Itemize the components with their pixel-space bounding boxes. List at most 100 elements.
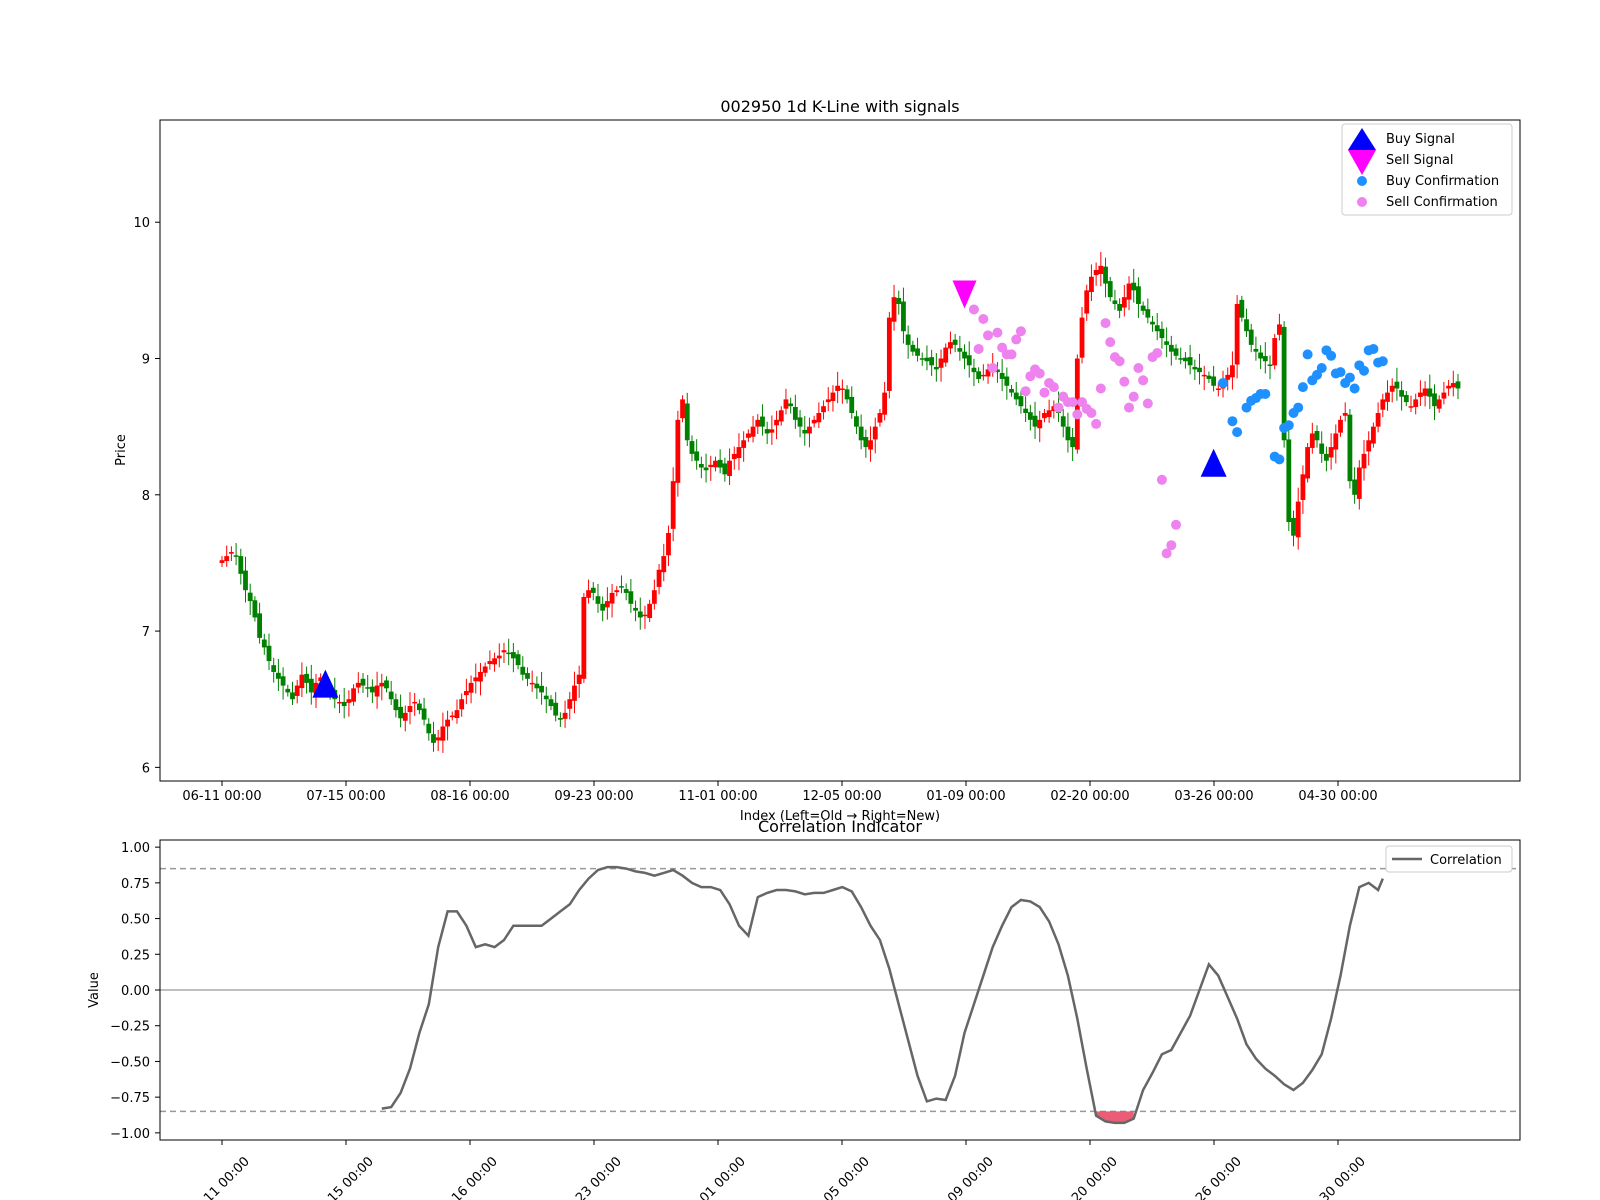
- sell-confirmation-point: [1020, 386, 1031, 397]
- candle-body: [1211, 376, 1217, 386]
- candle-body: [576, 674, 582, 684]
- correlation-line: [381, 865, 1384, 1125]
- candle-body: [308, 678, 314, 693]
- candle-body: [1413, 399, 1419, 408]
- candle-body: [745, 433, 751, 438]
- candle-body: [854, 416, 859, 427]
- candle-body: [797, 417, 803, 427]
- sell-confirmation-point: [1171, 519, 1182, 530]
- candle-body: [510, 652, 516, 659]
- correlation-y-tick-label: 0.75: [121, 877, 150, 892]
- candle-body: [506, 652, 512, 655]
- candle-body: [661, 556, 667, 573]
- candle-body: [586, 590, 591, 598]
- sell-confirmation-point: [1086, 408, 1097, 419]
- candle-body: [910, 344, 916, 352]
- candle-body: [1136, 286, 1141, 304]
- candle-body: [666, 532, 671, 556]
- correlation-x-tick-label: 01-09 00:00: [930, 1154, 997, 1200]
- candle-body: [1375, 413, 1381, 427]
- sell-confirmation-point: [1142, 398, 1153, 409]
- candle-body: [1309, 433, 1315, 448]
- sell-confirmation-point: [987, 363, 998, 374]
- candle-body: [1089, 276, 1094, 292]
- candle-body: [1192, 366, 1198, 370]
- candle-body: [905, 334, 911, 345]
- candle-body: [1258, 352, 1264, 359]
- candle-body: [684, 403, 690, 441]
- candle-body: [1253, 348, 1259, 352]
- candle-body: [769, 429, 775, 433]
- candle-body: [388, 691, 394, 700]
- candle-body: [1272, 338, 1278, 366]
- candle-body: [919, 358, 925, 360]
- candle-body: [1319, 443, 1325, 454]
- candle-body: [891, 297, 897, 322]
- candle-body: [487, 661, 493, 665]
- candle-body: [948, 342, 953, 349]
- candle-body: [379, 682, 385, 687]
- kline-legend: Buy Signal Sell Signal Buy Confirmation …: [1341, 123, 1513, 216]
- candle-body: [1436, 399, 1442, 409]
- candle-body: [896, 297, 902, 304]
- sell-confirmation-point: [1006, 349, 1017, 360]
- candle-body: [1356, 467, 1362, 499]
- kline-y-tick-label: 8: [142, 489, 150, 504]
- candle-body: [1446, 385, 1452, 389]
- candle-body: [416, 703, 422, 711]
- kline-x-tick-label: 03-26 00:00: [1174, 789, 1253, 804]
- buy-confirmation-point: [1368, 343, 1379, 354]
- candle-body: [1027, 412, 1033, 420]
- sell-confirmation-point: [1048, 382, 1059, 393]
- buy-confirmation-point: [1274, 454, 1285, 465]
- candle-body: [543, 695, 549, 700]
- correlation-x-tick-label: 12-05 00:00: [806, 1154, 873, 1200]
- candle-body: [698, 463, 704, 468]
- correlation-legend-label: Correlation: [1430, 853, 1502, 868]
- correlation-y-tick-label: 0.25: [121, 948, 150, 963]
- candle-body: [1103, 266, 1108, 284]
- candle-body: [1060, 416, 1066, 427]
- candle-body: [807, 426, 812, 434]
- candle-body: [821, 406, 826, 413]
- kline-title: 002950 1d K-Line with signals: [720, 97, 959, 116]
- candle-body: [1432, 393, 1437, 407]
- candle-body: [1328, 447, 1334, 458]
- kline-x-tick-label: 06-11 00:00: [182, 789, 261, 804]
- kline-y-tick-label: 9: [142, 353, 150, 368]
- candle-body: [1004, 376, 1010, 386]
- candle-body: [337, 701, 342, 704]
- kline-x-tick-label: 08-16 00:00: [430, 789, 509, 804]
- correlation-x-tick-label: 11-01 00:00: [682, 1154, 749, 1200]
- candle-body: [1248, 329, 1254, 345]
- buy-confirmation-point: [1316, 363, 1327, 374]
- candle-body: [774, 419, 779, 426]
- candle-body: [1371, 426, 1376, 444]
- candle-body: [261, 639, 267, 648]
- candle-body: [750, 426, 756, 437]
- candle-body: [1201, 374, 1207, 377]
- candle-body: [440, 726, 446, 741]
- candle-body: [680, 399, 685, 419]
- candle-body: [1314, 431, 1320, 441]
- candle-body: [651, 590, 657, 604]
- correlation-y-tick-label: 0.50: [121, 913, 150, 928]
- candle-body: [412, 701, 418, 704]
- candle-body: [365, 687, 371, 689]
- candle-body: [355, 682, 361, 688]
- candle-body: [778, 410, 784, 422]
- candle-body: [839, 388, 845, 390]
- candle-body: [868, 440, 873, 450]
- candle-body: [816, 413, 822, 423]
- candle-body: [830, 392, 836, 402]
- candle-body: [384, 680, 389, 689]
- candle-body: [980, 374, 986, 377]
- candle-body: [727, 460, 732, 476]
- candle-body: [1131, 282, 1137, 291]
- candle-body: [1399, 390, 1405, 397]
- sell-confirmation-point: [1166, 540, 1177, 551]
- candle-body: [285, 688, 291, 693]
- correlation-title: Correlation Indicator: [758, 817, 922, 836]
- candle-body: [1065, 426, 1071, 441]
- candle-body: [393, 699, 399, 711]
